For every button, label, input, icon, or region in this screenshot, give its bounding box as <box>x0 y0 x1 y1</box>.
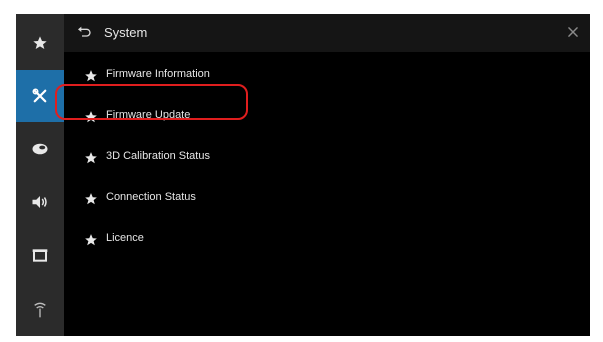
selection-highlight <box>55 84 248 120</box>
menu-item-label: Connection Status <box>106 191 196 203</box>
page-title: System <box>104 25 148 40</box>
rail-item-network[interactable] <box>16 284 64 336</box>
disc-icon <box>32 143 48 155</box>
close-icon[interactable] <box>566 25 580 39</box>
header-bar: System <box>64 14 590 52</box>
rail-item-favorites[interactable] <box>16 17 64 69</box>
star-icon <box>85 193 97 205</box>
menu-item-connection-status[interactable]: Connection Status <box>64 181 590 217</box>
star-icon <box>85 152 97 164</box>
menu-item-licence[interactable]: Licence <box>64 222 590 258</box>
star-icon <box>85 70 97 82</box>
menu-item-label: Firmware Information <box>106 68 210 80</box>
star-icon <box>85 234 97 246</box>
rail-item-display[interactable] <box>16 230 64 282</box>
screen-icon <box>32 249 48 262</box>
antenna-icon <box>34 302 46 318</box>
tools-icon <box>32 88 47 103</box>
menu-item-3d-calibration-status[interactable]: 3D Calibration Status <box>64 140 590 176</box>
speaker-icon <box>32 196 47 208</box>
menu-item-label: 3D Calibration Status <box>106 150 210 162</box>
rail-item-sound[interactable] <box>16 176 64 228</box>
rail-item-picture[interactable] <box>16 123 64 175</box>
star-icon <box>33 36 47 49</box>
settings-screen: System Firmware Information Firmware Upd… <box>16 14 590 336</box>
menu-item-label: Licence <box>106 232 144 244</box>
category-rail <box>16 14 64 336</box>
back-arrow-icon[interactable] <box>76 24 92 40</box>
